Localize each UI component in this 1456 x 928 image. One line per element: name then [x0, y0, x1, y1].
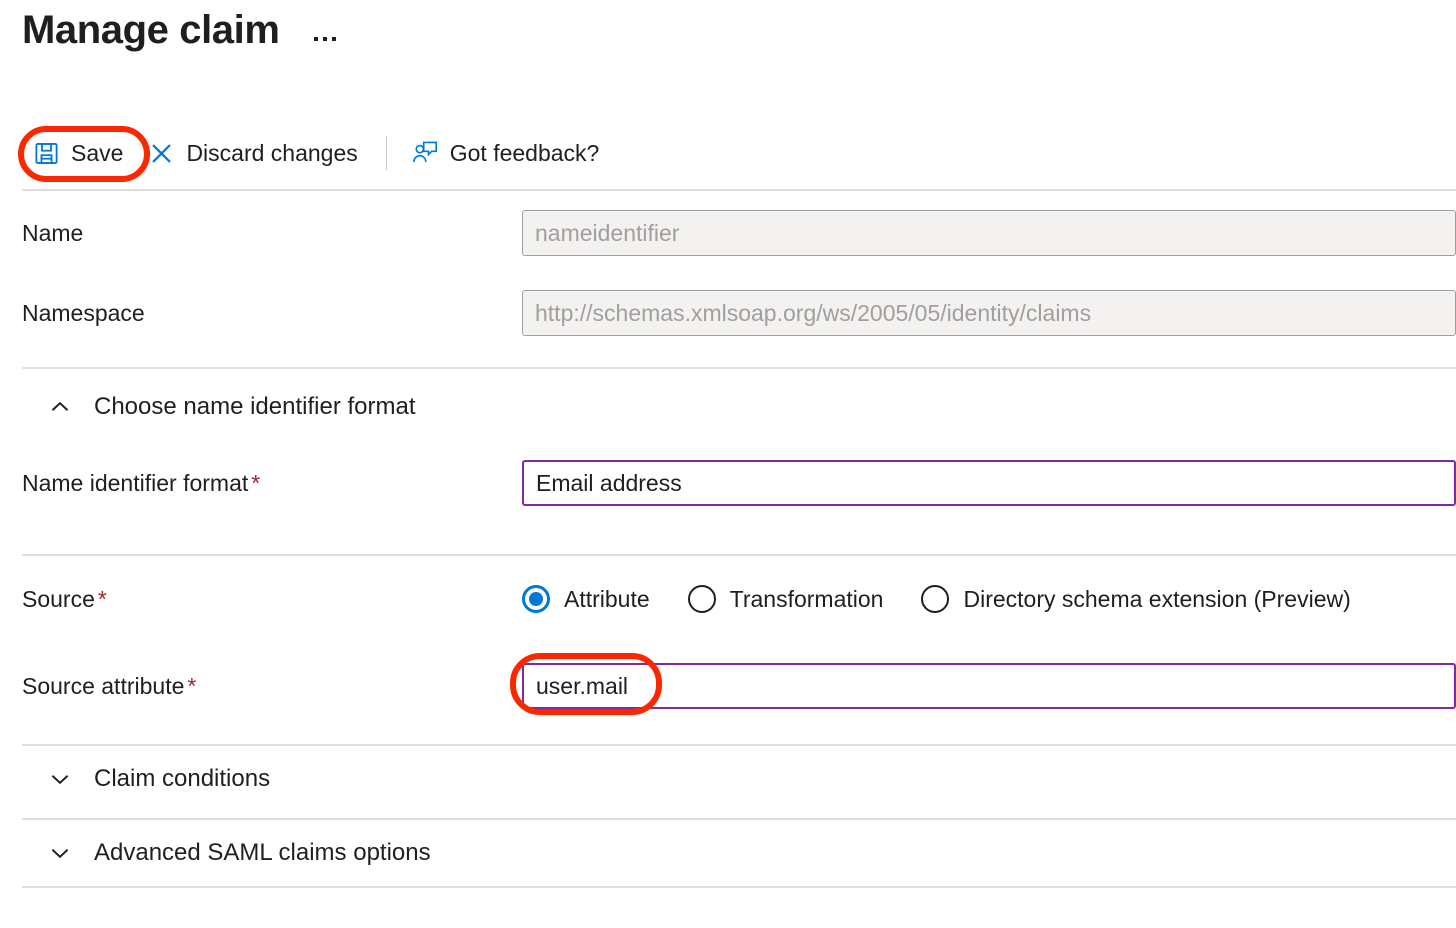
ellipsis-dot	[322, 37, 327, 41]
required-asterisk: *	[187, 672, 197, 699]
ellipsis-dot	[313, 37, 318, 41]
section-advanced-saml-claims-options[interactable]: Advanced SAML claims options	[22, 824, 1456, 882]
source-attribute-label: Source attribute *	[22, 673, 522, 700]
name-input-value: nameidentifier	[535, 219, 680, 246]
section-choose-name-identifier-format[interactable]: Choose name identifier format	[22, 378, 1456, 436]
name-identifier-format-dropdown[interactable]: Email address	[522, 460, 1456, 506]
source-label: Source *	[22, 586, 522, 613]
source-row: Source * Attribute Transformation Directo…	[22, 576, 1456, 622]
namespace-label: Namespace	[22, 299, 145, 326]
namespace-input-value: http://schemas.xmlsoap.org/ws/2005/05/id…	[535, 299, 1092, 326]
label-text: Source attribute	[22, 672, 185, 699]
divider	[22, 744, 1456, 746]
source-attribute-dropdown[interactable]: user.mail	[522, 663, 1456, 709]
divider	[22, 818, 1456, 820]
section-title: Claim conditions	[94, 765, 271, 792]
radio-label: Attribute	[564, 585, 650, 612]
ellipsis-icon[interactable]	[310, 29, 340, 47]
name-row: Name nameidentifier	[22, 210, 1456, 256]
chevron-down-icon	[46, 765, 74, 793]
divider	[22, 886, 1456, 888]
section-title: Advanced SAML claims options	[94, 839, 431, 866]
divider	[22, 367, 1456, 369]
toolbar-underline	[22, 189, 1456, 191]
radio-indicator[interactable]	[921, 585, 950, 613]
radio-option-transformation[interactable]: Transformation	[687, 585, 884, 613]
source-attribute-row: Source attribute * user.mail	[22, 662, 1456, 710]
radio-label: Transformation	[729, 585, 884, 612]
close-x-icon	[147, 139, 175, 167]
label-text: Source	[22, 585, 95, 612]
divider	[22, 554, 1456, 556]
namespace-input[interactable]: http://schemas.xmlsoap.org/ws/2005/05/id…	[522, 290, 1456, 336]
namespace-row: Namespace http://schemas.xmlsoap.org/ws/…	[22, 290, 1456, 336]
save-floppy-icon	[32, 139, 60, 167]
command-toolbar: Save Discard changes Got feedback?	[22, 128, 613, 178]
required-asterisk: *	[97, 585, 107, 612]
radio-option-attribute[interactable]: Attribute	[522, 585, 650, 613]
required-asterisk: *	[251, 469, 261, 496]
radio-indicator-selected[interactable]	[522, 585, 550, 613]
radio-option-directory-schema-extension[interactable]: Directory schema extension (Preview)	[921, 585, 1351, 613]
chevron-down-icon	[46, 839, 74, 867]
got-feedback-label: Got feedback?	[449, 139, 600, 166]
source-attribute-value: user.mail	[536, 672, 629, 699]
manage-claim-blade: Manage claim Save Discard changes Got fe…	[0, 0, 1456, 928]
got-feedback-button[interactable]: Got feedback?	[401, 131, 614, 175]
label-text: Name identifier format	[22, 469, 249, 496]
radio-indicator[interactable]	[687, 585, 716, 613]
name-identifier-format-label: Name identifier format *	[22, 470, 522, 497]
source-radio-group: Attribute Transformation Directory schem…	[522, 585, 1456, 613]
name-input[interactable]: nameidentifier	[522, 210, 1456, 256]
name-identifier-format-value: Email address	[536, 469, 682, 496]
title-row: Manage claim	[22, 8, 340, 52]
section-title: Choose name identifier format	[94, 393, 416, 420]
radio-label: Directory schema extension (Preview)	[963, 585, 1351, 612]
save-button[interactable]: Save	[22, 131, 137, 175]
chevron-up-icon	[46, 393, 74, 421]
discard-changes-label: Discard changes	[186, 139, 358, 166]
section-claim-conditions[interactable]: Claim conditions	[22, 750, 1456, 808]
toolbar-separator	[385, 136, 387, 170]
save-label: Save	[71, 139, 124, 166]
feedback-person-icon	[411, 139, 439, 167]
name-identifier-format-row: Name identifier format * Email address	[22, 459, 1456, 507]
ellipsis-dot	[331, 37, 336, 41]
name-label: Name	[22, 219, 84, 246]
discard-changes-button[interactable]: Discard changes	[137, 131, 371, 175]
page-title: Manage claim	[22, 8, 280, 52]
